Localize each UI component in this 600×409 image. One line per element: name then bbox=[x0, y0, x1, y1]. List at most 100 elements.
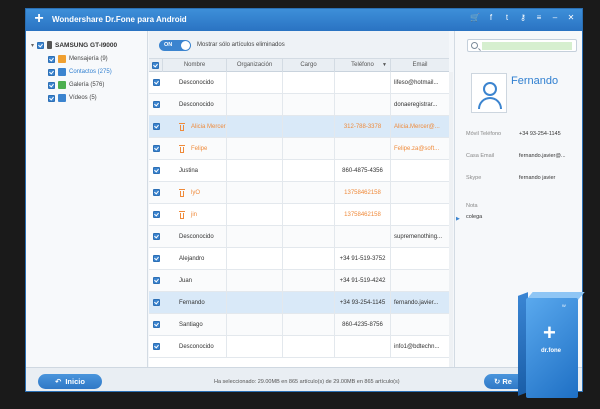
deleted-only-toggle[interactable]: ON bbox=[159, 40, 191, 51]
device-node[interactable]: ▾ SAMSUNG GT-I9000 bbox=[31, 39, 117, 51]
row-checkbox[interactable] bbox=[153, 145, 160, 152]
cell-name: Alicia Mercer bbox=[163, 116, 227, 138]
table-row[interactable]: Fernando +34 93-254-1145 fernando.javier..… bbox=[149, 292, 449, 314]
box-brand: dr.fone bbox=[541, 348, 562, 354]
table-row[interactable]: jin 13758462158 bbox=[149, 204, 449, 226]
cell-phone: +34 91-519-3752 bbox=[335, 248, 391, 270]
cell-phone bbox=[335, 72, 391, 94]
detail-field-value: fernando.javier@... bbox=[519, 153, 566, 159]
sidebar-item-label: Vídeos (5) bbox=[69, 95, 97, 101]
minimize-icon[interactable]: – bbox=[550, 13, 560, 23]
cell-email: donaeregistrar... bbox=[394, 102, 438, 108]
cell-cargo bbox=[283, 138, 335, 160]
cell-email bbox=[391, 160, 449, 182]
row-checkbox[interactable] bbox=[153, 255, 160, 262]
cell-name: Desconocido bbox=[163, 226, 227, 248]
key-icon[interactable]: ⚷ bbox=[518, 13, 528, 23]
row-checkbox[interactable] bbox=[153, 211, 160, 218]
home-button[interactable]: ↶ Inicio bbox=[38, 374, 102, 389]
table-row[interactable]: lyO 13758462158 bbox=[149, 182, 449, 204]
header-select-all[interactable] bbox=[149, 59, 163, 72]
cell-phone: 13758462158 bbox=[335, 204, 391, 226]
contact-avatar bbox=[471, 73, 507, 113]
cell-cargo bbox=[283, 292, 335, 314]
cell-phone: +34 91-519-4242 bbox=[335, 270, 391, 292]
table-scrollbar[interactable] bbox=[449, 72, 453, 367]
table-row[interactable]: Alicia Mercer 312-788-3378 Alicia.Mercer@.… bbox=[149, 116, 449, 138]
column-header-organization[interactable]: Organización bbox=[227, 59, 283, 72]
row-checkbox[interactable] bbox=[153, 189, 160, 196]
sidebar-item-3[interactable]: Vídeos (5) bbox=[48, 92, 97, 104]
cell-name: jin bbox=[163, 204, 227, 226]
row-checkbox[interactable] bbox=[153, 343, 160, 350]
cell-phone: 860-4875-4356 bbox=[335, 160, 391, 182]
detail-field-label: Casa Email bbox=[466, 153, 495, 159]
table-row[interactable]: Santiago 860-4235-8756 bbox=[149, 314, 449, 336]
table-row[interactable]: Desconocido donaeregistrar... bbox=[149, 94, 449, 116]
table-row[interactable]: Desconocido lifeso@hotmail... bbox=[149, 72, 449, 94]
cell-name: Justina bbox=[163, 160, 227, 182]
table-row[interactable]: Alejandro +34 91-519-3752 bbox=[149, 248, 449, 270]
collapse-icon[interactable]: ▾ bbox=[31, 42, 34, 49]
search-box[interactable] bbox=[467, 39, 577, 52]
cell-email: Felipe.za@soft... bbox=[394, 146, 440, 152]
window-title: Wondershare Dr.Fone para Android bbox=[52, 15, 187, 24]
row-checkbox[interactable] bbox=[153, 167, 160, 174]
cell-organization bbox=[227, 160, 283, 182]
sidebar-item-checkbox[interactable] bbox=[48, 68, 55, 76]
search-input[interactable] bbox=[482, 42, 572, 50]
cart-icon[interactable]: 🛒 bbox=[470, 13, 480, 23]
home-button-label: Inicio bbox=[65, 377, 85, 386]
expand-arrow-icon[interactable]: ▶ bbox=[456, 216, 460, 222]
close-icon[interactable]: ✕ bbox=[566, 13, 576, 23]
cell-cargo bbox=[283, 116, 335, 138]
cell-name: Santiago bbox=[163, 314, 227, 336]
cell-phone bbox=[335, 94, 391, 116]
table-row[interactable]: Felipe Felipe.za@soft... bbox=[149, 138, 449, 160]
row-checkbox[interactable] bbox=[153, 101, 160, 108]
select-all-checkbox[interactable] bbox=[152, 62, 159, 69]
cell-name: lyO bbox=[163, 182, 227, 204]
sidebar-item-1[interactable]: Contactos (275) bbox=[48, 66, 112, 78]
cell-phone: +34 93-254-1145 bbox=[335, 292, 391, 314]
device-label: SAMSUNG GT-I9000 bbox=[55, 41, 118, 49]
deleted-only-label: Mostrar sólo artículos eliminados bbox=[197, 42, 285, 48]
cell-email bbox=[391, 248, 449, 270]
menu-icon[interactable]: ≡ bbox=[534, 13, 544, 23]
column-header-phone-label: Teléfono bbox=[351, 62, 374, 68]
row-checkbox[interactable] bbox=[153, 299, 160, 306]
cell-organization bbox=[227, 72, 283, 94]
row-checkbox[interactable] bbox=[153, 79, 160, 86]
title-bar: + Wondershare Dr.Fone para Android 🛒 f t… bbox=[26, 9, 582, 31]
row-checkbox[interactable] bbox=[153, 233, 160, 240]
cell-cargo bbox=[283, 314, 335, 336]
column-header-name[interactable]: Nombre bbox=[163, 59, 227, 72]
table-row[interactable]: Justina 860-4875-4356 bbox=[149, 160, 449, 182]
sidebar-item-label: Contactos (275) bbox=[69, 69, 112, 75]
table-header: Nombre Organización Cargo Teléfono ▼ Ema… bbox=[149, 59, 449, 72]
row-checkbox[interactable] bbox=[153, 321, 160, 328]
sort-down-icon[interactable]: ▼ bbox=[382, 59, 387, 72]
twitter-icon[interactable]: t bbox=[502, 13, 512, 23]
facebook-icon[interactable]: f bbox=[486, 13, 496, 23]
table-row[interactable]: Desconocido supremenothing... bbox=[149, 226, 449, 248]
table-row[interactable]: Desconocido info1@bdtechn... bbox=[149, 336, 449, 358]
row-checkbox[interactable] bbox=[153, 123, 160, 130]
category-icon bbox=[58, 68, 66, 76]
column-header-email[interactable]: Email bbox=[391, 59, 449, 72]
cell-organization bbox=[227, 292, 283, 314]
filter-toolbar: ON Mostrar sólo artículos eliminados bbox=[149, 31, 449, 59]
table-row[interactable]: Juan +34 91-519-4242 bbox=[149, 270, 449, 292]
cell-cargo bbox=[283, 160, 335, 182]
sidebar-item-2[interactable]: Galería (576) bbox=[48, 79, 104, 91]
cell-name: Desconocido bbox=[163, 336, 227, 358]
column-header-cargo[interactable]: Cargo bbox=[283, 59, 335, 72]
device-checkbox[interactable] bbox=[37, 41, 45, 49]
sidebar-item-0[interactable]: Mensajería (9) bbox=[48, 53, 108, 65]
sidebar-item-checkbox[interactable] bbox=[48, 94, 55, 102]
sidebar-item-checkbox[interactable] bbox=[48, 55, 55, 63]
row-checkbox[interactable] bbox=[153, 277, 160, 284]
column-header-phone[interactable]: Teléfono ▼ bbox=[335, 59, 391, 72]
sidebar-item-checkbox[interactable] bbox=[48, 81, 55, 89]
cell-cargo bbox=[283, 226, 335, 248]
